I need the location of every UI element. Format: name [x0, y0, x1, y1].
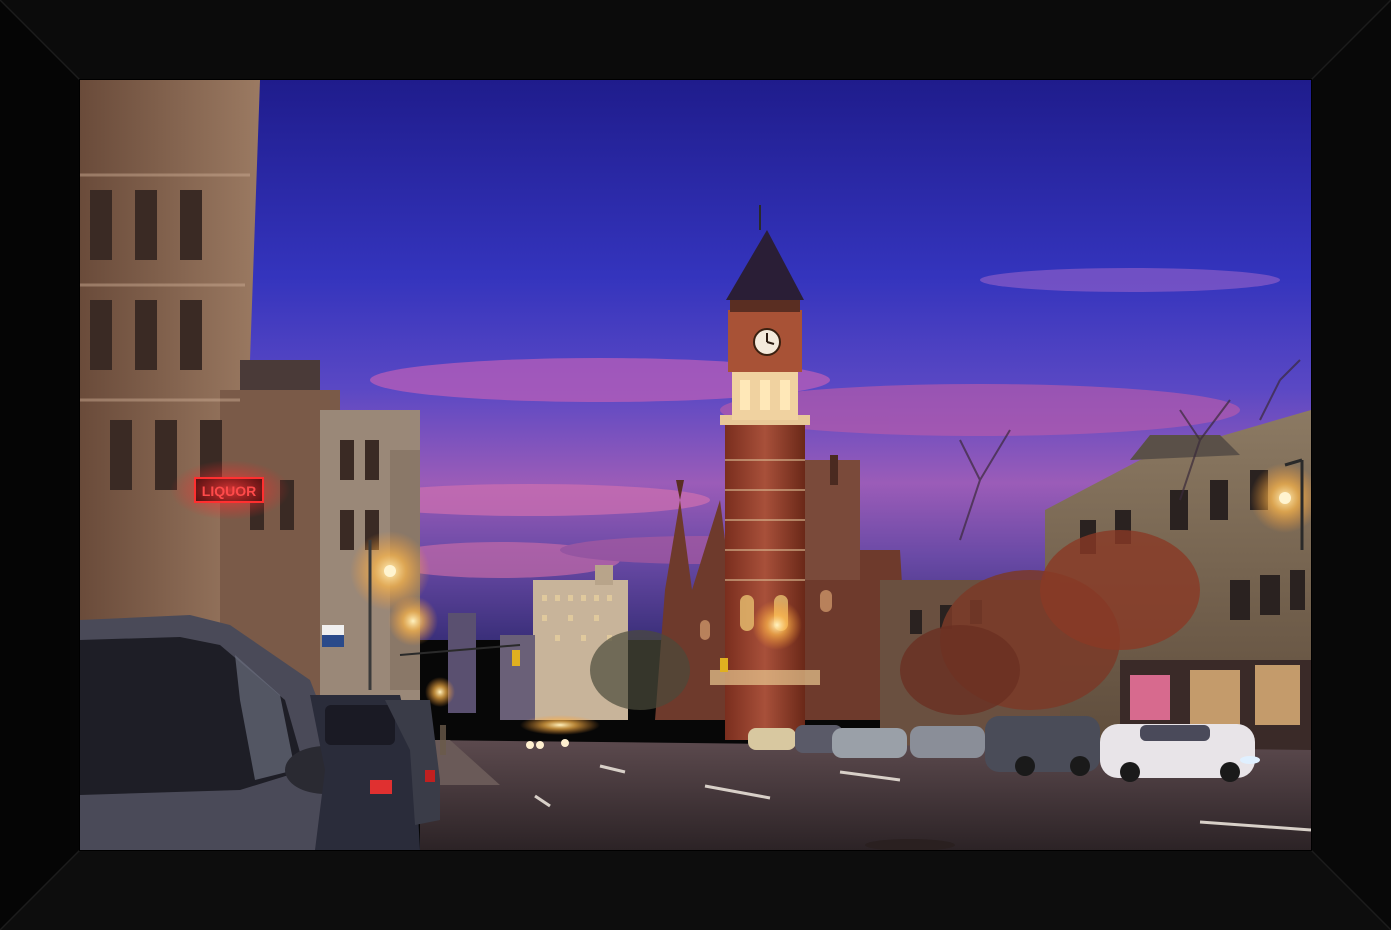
liquor-sign: LIQUOR — [170, 460, 290, 520]
street-photo: LIQUOR — [80, 80, 1311, 850]
picture-frame: LIQUOR — [0, 0, 1391, 930]
liquor-sign-text: LIQUOR — [202, 483, 256, 499]
